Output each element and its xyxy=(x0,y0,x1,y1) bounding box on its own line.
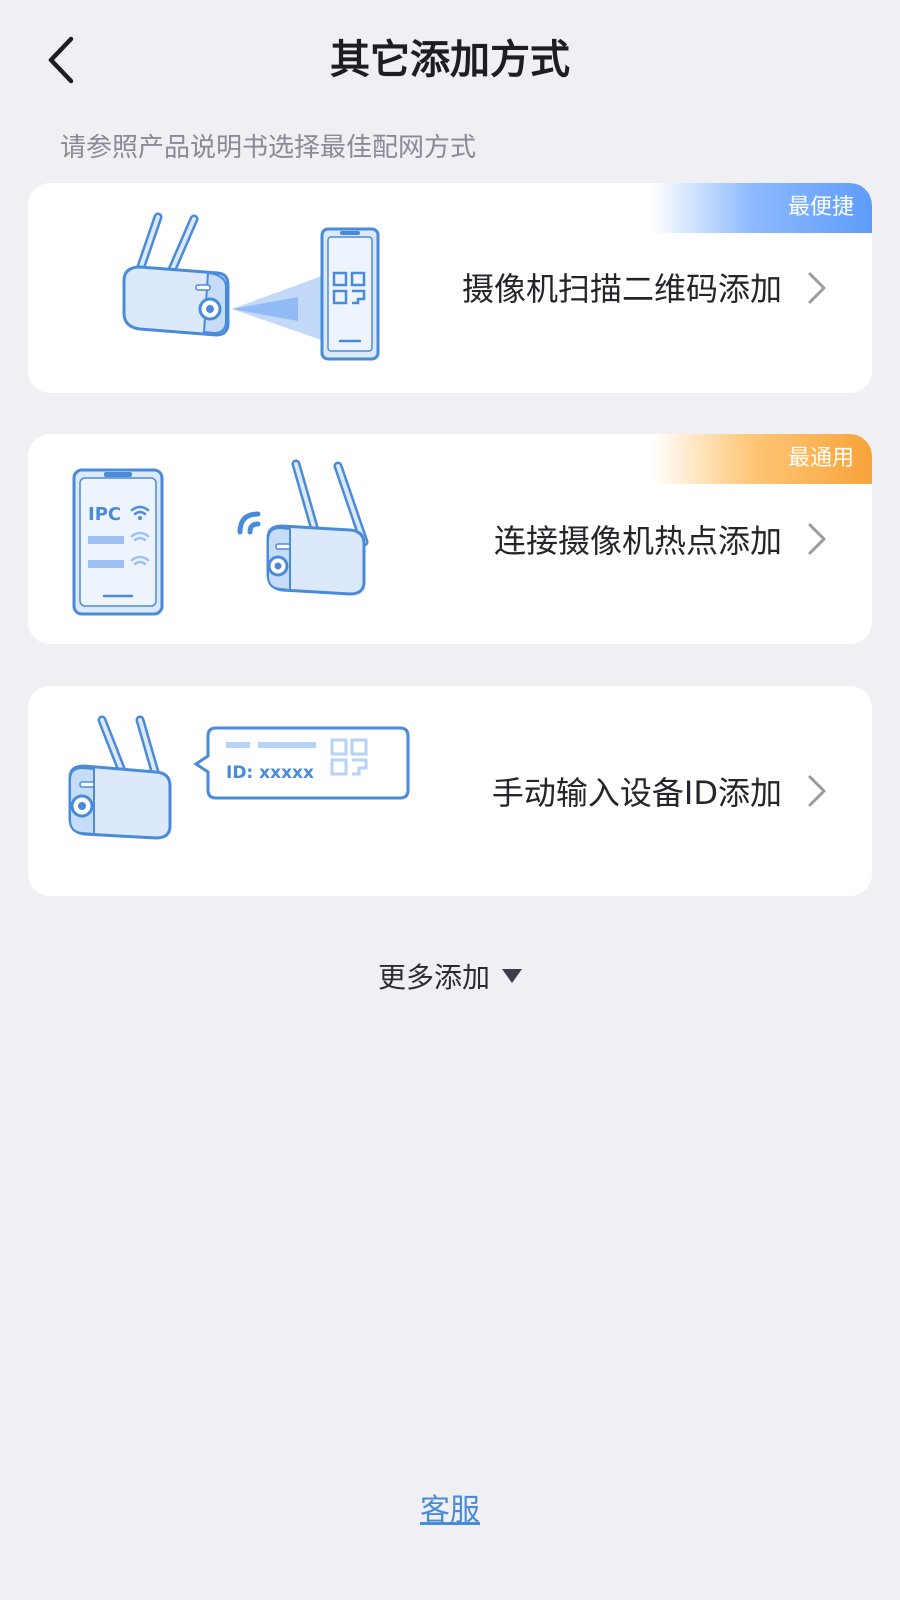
triangle-down-icon xyxy=(502,969,522,983)
device-id-text: ID: xxxxx xyxy=(226,763,314,783)
ipc-text: IPC xyxy=(88,504,121,525)
method-label: 手动输入设备ID添加 xyxy=(491,774,782,812)
customer-service-link[interactable]: 客服 xyxy=(0,1488,900,1534)
more-add-methods-toggle[interactable]: 更多添加 xyxy=(0,956,900,1000)
method-label: 摄像机扫描二维码添加 xyxy=(461,270,782,308)
chevron-right-icon xyxy=(808,523,826,555)
camera-device-id-illustration: ID: xxxxx xyxy=(68,715,410,840)
method-card-hotspot[interactable]: IPC 最通用 连接摄像机热点添加 xyxy=(28,434,872,644)
top-bar: 其它添加方式 xyxy=(0,0,900,120)
chevron-right-icon xyxy=(808,775,826,807)
page-title: 其它添加方式 xyxy=(330,37,570,83)
camera-hotspot-illustration: IPC xyxy=(72,459,369,616)
method-card-device-id[interactable]: ID: xxxxx 手动输入设备ID添加 xyxy=(28,686,872,896)
method-card-scan-qr[interactable]: 最便捷 摄像机扫描二维码添加 xyxy=(28,183,872,393)
method-label: 连接摄像机热点添加 xyxy=(493,522,782,560)
camera-scan-qr-illustration xyxy=(122,212,380,361)
subtitle-hint: 请参照产品说明书选择最佳配网方式 xyxy=(60,133,477,163)
chevron-right-icon xyxy=(808,272,826,304)
more-label: 更多添加 xyxy=(377,961,490,994)
